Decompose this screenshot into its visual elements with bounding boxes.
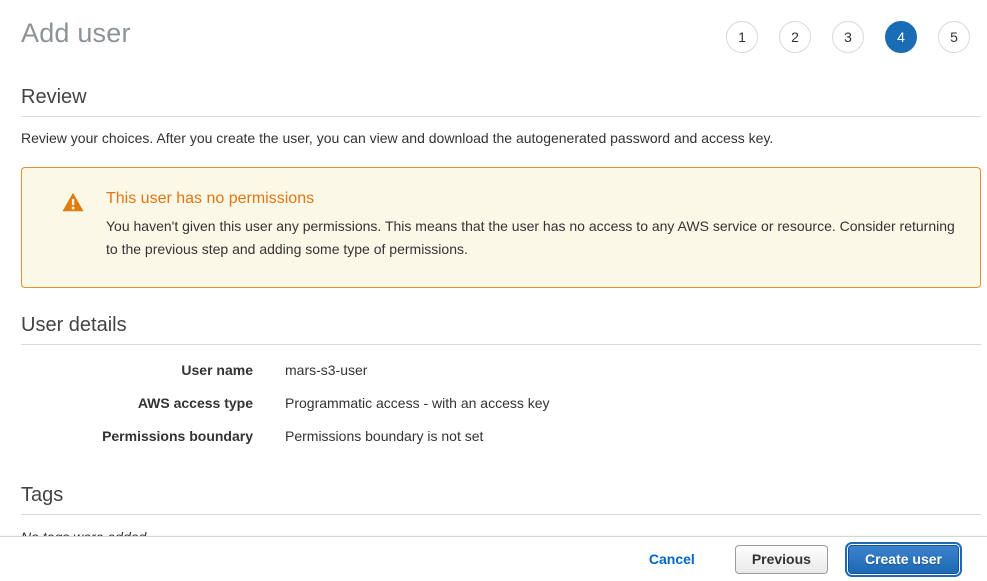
step-4-current: 4 bbox=[885, 21, 917, 53]
detail-label: AWS access type bbox=[21, 395, 253, 411]
user-details-rows: User name mars-s3-user AWS access type P… bbox=[21, 362, 981, 444]
cancel-link[interactable]: Cancel bbox=[649, 551, 695, 567]
step-3: 3 bbox=[832, 21, 864, 53]
tags-heading: Tags bbox=[21, 484, 981, 515]
warning-title: This user has no permissions bbox=[106, 190, 956, 208]
detail-value: Programmatic access - with an access key bbox=[285, 395, 550, 411]
main-content: Review Review your choices. After you cr… bbox=[21, 86, 981, 545]
create-user-button[interactable]: Create user bbox=[848, 545, 959, 574]
detail-label: Permissions boundary bbox=[21, 428, 253, 444]
warning-triangle-icon bbox=[62, 192, 84, 217]
detail-row-permissions-boundary: Permissions boundary Permissions boundar… bbox=[21, 428, 981, 444]
detail-value: mars-s3-user bbox=[285, 362, 367, 378]
step-5: 5 bbox=[938, 21, 970, 53]
review-heading: Review bbox=[21, 86, 981, 117]
wizard-header: Add user 1 2 3 4 5 bbox=[0, 0, 987, 72]
wizard-footer: Cancel Previous Create user bbox=[0, 536, 987, 581]
step-1: 1 bbox=[726, 21, 758, 53]
warning-text: This user has no permissions You haven't… bbox=[106, 190, 956, 261]
detail-value: Permissions boundary is not set bbox=[285, 428, 483, 444]
previous-button[interactable]: Previous bbox=[735, 545, 828, 574]
review-description: Review your choices. After you create th… bbox=[21, 130, 981, 146]
page-title: Add user bbox=[21, 18, 131, 49]
no-permissions-warning: This user has no permissions You haven't… bbox=[21, 167, 981, 288]
step-2: 2 bbox=[779, 21, 811, 53]
review-section: Review Review your choices. After you cr… bbox=[21, 86, 981, 146]
detail-label: User name bbox=[21, 362, 253, 378]
detail-row-access-type: AWS access type Programmatic access - wi… bbox=[21, 395, 981, 411]
warning-body: You haven't given this user any permissi… bbox=[106, 215, 956, 261]
user-details-heading: User details bbox=[21, 314, 981, 345]
user-details-section: User details User name mars-s3-user AWS … bbox=[21, 314, 981, 444]
wizard-step-indicator: 1 2 3 4 5 bbox=[726, 21, 970, 53]
detail-row-user-name: User name mars-s3-user bbox=[21, 362, 981, 378]
